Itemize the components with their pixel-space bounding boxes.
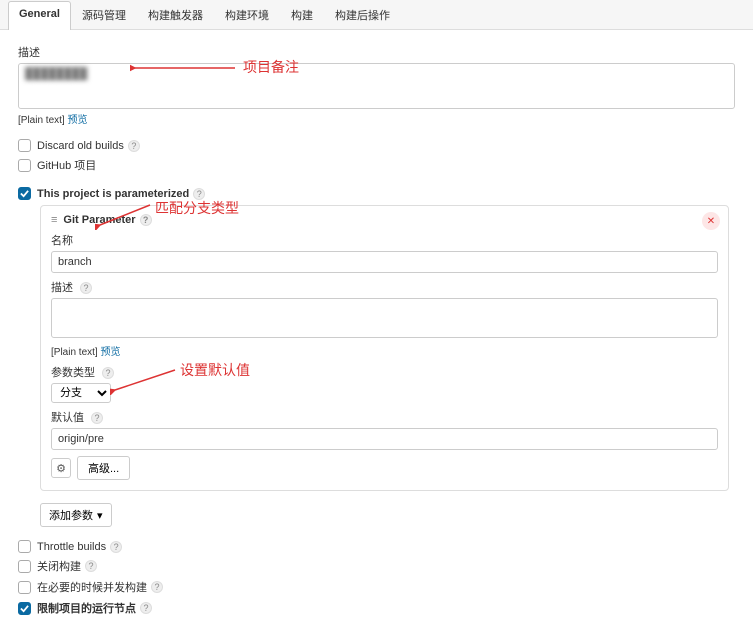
help-icon[interactable]: ? — [140, 602, 152, 614]
preview-link[interactable]: 预览 — [100, 347, 120, 358]
git-parameter-panel: ✕ ≡ Git Parameter ? 名称 描述 ? [Plain text]… — [40, 205, 729, 491]
description-label: 描述 — [18, 44, 735, 60]
param-default-input[interactable] — [51, 428, 718, 450]
param-name-input[interactable] — [51, 251, 718, 273]
param-title: Git Parameter — [63, 214, 135, 226]
label-discard-old-builds: Discard old builds — [37, 140, 124, 152]
chevron-down-icon: ▾ — [97, 509, 103, 522]
tab-env[interactable]: 构建环境 — [214, 0, 280, 29]
help-icon[interactable]: ? — [151, 581, 163, 593]
help-icon[interactable]: ? — [91, 412, 103, 424]
help-icon[interactable]: ? — [80, 282, 92, 294]
preview-link[interactable]: 预览 — [67, 115, 87, 126]
label-parameterized: This project is parameterized — [37, 188, 189, 200]
param-type-label: 参数类型 — [51, 367, 95, 379]
config-tabs: General 源码管理 构建触发器 构建环境 构建 构建后操作 — [0, 0, 753, 30]
param-name-label: 名称 — [51, 232, 718, 248]
label-concurrent: 在必要的时候并发构建 — [37, 579, 147, 595]
param-default-label: 默认值 — [51, 412, 84, 424]
tab-post[interactable]: 构建后操作 — [324, 0, 401, 29]
add-parameter-button[interactable]: 添加参数 ▾ — [40, 503, 112, 527]
tab-build[interactable]: 构建 — [280, 0, 324, 29]
help-icon[interactable]: ? — [102, 367, 114, 379]
label-disable-build: 关闭构建 — [37, 558, 81, 574]
drag-handle-icon[interactable]: ≡ — [51, 214, 57, 226]
tab-general[interactable]: General — [8, 1, 71, 30]
remove-parameter-button[interactable]: ✕ — [702, 212, 720, 230]
checkbox-discard-old-builds[interactable] — [18, 139, 31, 152]
checkbox-parameterized[interactable] — [18, 187, 31, 200]
advanced-button[interactable]: 高级... — [77, 456, 130, 480]
description-textarea[interactable]: ████████ — [18, 63, 735, 109]
help-icon[interactable]: ? — [193, 188, 205, 200]
help-icon[interactable]: ? — [140, 214, 152, 226]
checkbox-github-project[interactable] — [18, 159, 31, 172]
label-restrict-node: 限制项目的运行节点 — [37, 600, 136, 616]
help-icon[interactable]: ? — [110, 541, 122, 553]
help-icon[interactable]: ? — [128, 140, 140, 152]
label-throttle-builds: Throttle builds — [37, 541, 106, 553]
checkbox-concurrent[interactable] — [18, 581, 31, 594]
label-github-project: GitHub 项目 — [37, 157, 96, 173]
param-type-select[interactable]: 分支 — [51, 383, 111, 403]
plain-text-label: [Plain text] — [51, 347, 98, 358]
tab-scm[interactable]: 源码管理 — [71, 0, 137, 29]
gear-icon[interactable]: ⚙ — [51, 458, 71, 478]
checkbox-throttle-builds[interactable] — [18, 540, 31, 553]
plain-text-label: [Plain text] — [18, 115, 65, 126]
help-icon[interactable]: ? — [85, 560, 97, 572]
tab-triggers[interactable]: 构建触发器 — [137, 0, 214, 29]
checkbox-disable-build[interactable] — [18, 560, 31, 573]
checkbox-restrict-node[interactable] — [18, 602, 31, 615]
param-desc-textarea[interactable] — [51, 298, 718, 338]
param-desc-label: 描述 — [51, 282, 73, 294]
